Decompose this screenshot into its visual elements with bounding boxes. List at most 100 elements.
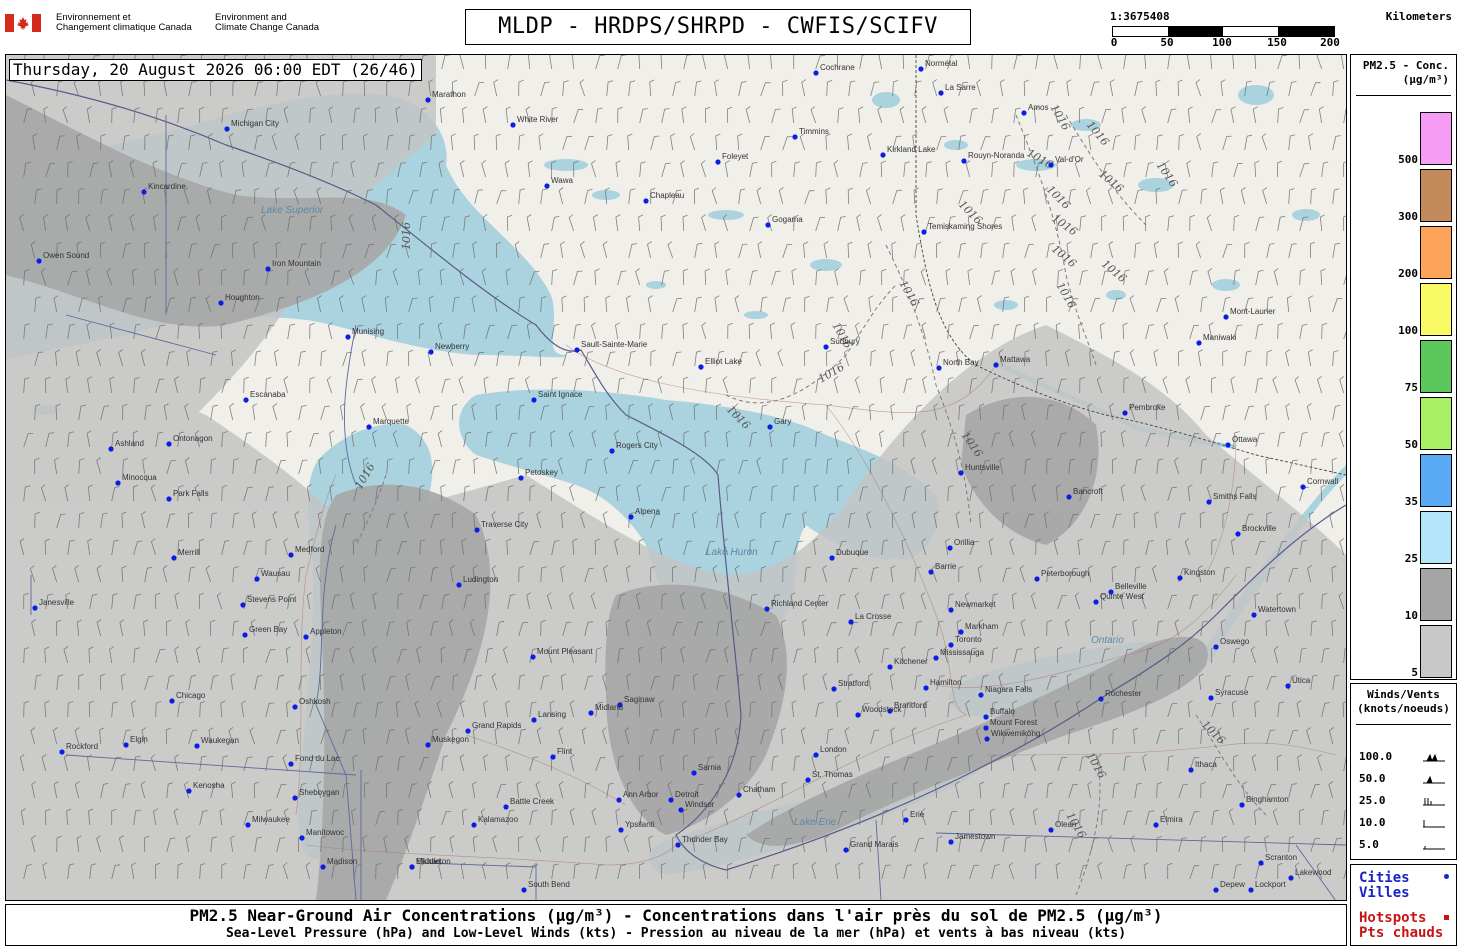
city-marker[interactable] <box>345 334 351 340</box>
city-marker[interactable] <box>218 300 224 306</box>
city-marker[interactable] <box>668 797 674 803</box>
city-marker[interactable] <box>993 362 999 368</box>
city-marker[interactable] <box>715 159 721 165</box>
city-marker[interactable] <box>831 686 837 692</box>
city-marker[interactable] <box>947 545 953 551</box>
city-marker[interactable] <box>958 470 964 476</box>
city-marker[interactable] <box>880 152 886 158</box>
city-marker[interactable] <box>115 480 121 486</box>
city-marker[interactable] <box>36 258 42 264</box>
city-marker[interactable] <box>471 822 477 828</box>
city-marker[interactable] <box>59 749 65 755</box>
city-marker[interactable] <box>983 714 989 720</box>
city-marker[interactable] <box>1153 822 1159 828</box>
city-marker[interactable] <box>456 582 462 588</box>
city-marker[interactable] <box>933 655 939 661</box>
city-marker[interactable] <box>978 692 984 698</box>
city-marker[interactable] <box>1213 644 1219 650</box>
city-marker[interactable] <box>948 839 954 845</box>
city-marker[interactable] <box>805 777 811 783</box>
city-marker[interactable] <box>1248 887 1254 893</box>
city-marker[interactable] <box>303 634 309 640</box>
city-marker[interactable] <box>961 158 967 164</box>
city-marker[interactable] <box>531 397 537 403</box>
city-marker[interactable] <box>186 788 192 794</box>
city-marker[interactable] <box>918 66 924 72</box>
city-marker[interactable] <box>292 704 298 710</box>
city-marker[interactable] <box>618 827 624 833</box>
city-marker[interactable] <box>1213 887 1219 893</box>
city-marker[interactable] <box>1285 683 1291 689</box>
city-marker[interactable] <box>792 134 798 140</box>
city-marker[interactable] <box>245 822 251 828</box>
city-marker[interactable] <box>531 717 537 723</box>
city-marker[interactable] <box>813 752 819 758</box>
city-marker[interactable] <box>936 365 942 371</box>
city-marker[interactable] <box>1225 442 1231 448</box>
city-marker[interactable] <box>1122 410 1128 416</box>
city-marker[interactable] <box>643 198 649 204</box>
city-marker[interactable] <box>1288 875 1294 881</box>
city-marker[interactable] <box>609 448 615 454</box>
city-marker[interactable] <box>544 183 550 189</box>
city-marker[interactable] <box>240 602 246 608</box>
city-marker[interactable] <box>764 606 770 612</box>
city-marker[interactable] <box>767 424 773 430</box>
city-marker[interactable] <box>265 266 271 272</box>
city-marker[interactable] <box>958 629 964 635</box>
city-marker[interactable] <box>503 804 509 810</box>
city-marker[interactable] <box>550 754 556 760</box>
city-marker[interactable] <box>616 797 622 803</box>
city-marker[interactable] <box>1239 802 1245 808</box>
city-marker[interactable] <box>1235 531 1241 537</box>
city-marker[interactable] <box>1300 484 1306 490</box>
city-marker[interactable] <box>288 552 294 558</box>
city-marker[interactable] <box>948 607 954 613</box>
city-marker[interactable] <box>887 664 893 670</box>
city-marker[interactable] <box>169 698 175 704</box>
city-marker[interactable] <box>242 632 248 638</box>
city-marker[interactable] <box>843 847 849 853</box>
city-marker[interactable] <box>903 817 909 823</box>
city-marker[interactable] <box>691 770 697 776</box>
city-marker[interactable] <box>166 496 172 502</box>
map-panel[interactable]: 1016 1016 1016 1016 1016 1016 1016 1016 … <box>5 54 1347 901</box>
city-marker[interactable] <box>1196 340 1202 346</box>
map-canvas[interactable]: 1016 1016 1016 1016 1016 1016 1016 1016 … <box>6 55 1346 900</box>
city-marker[interactable] <box>1206 499 1212 505</box>
city-marker[interactable] <box>848 619 854 625</box>
city-marker[interactable] <box>829 555 835 561</box>
city-marker[interactable] <box>1188 767 1194 773</box>
city-marker[interactable] <box>1251 612 1257 618</box>
city-marker[interactable] <box>108 446 114 452</box>
city-marker[interactable] <box>425 97 431 103</box>
city-marker[interactable] <box>1048 162 1054 168</box>
city-marker[interactable] <box>855 712 861 718</box>
city-marker[interactable] <box>409 864 415 870</box>
city-marker[interactable] <box>1258 860 1264 866</box>
city-marker[interactable] <box>765 222 771 228</box>
city-marker[interactable] <box>948 642 954 648</box>
city-marker[interactable] <box>465 728 471 734</box>
city-marker[interactable] <box>171 555 177 561</box>
city-marker[interactable] <box>736 792 742 798</box>
city-marker[interactable] <box>938 90 944 96</box>
city-marker[interactable] <box>698 364 704 370</box>
city-marker[interactable] <box>166 441 172 447</box>
city-marker[interactable] <box>823 344 829 350</box>
city-marker[interactable] <box>320 864 326 870</box>
city-marker[interactable] <box>288 761 294 767</box>
city-marker[interactable] <box>530 654 536 660</box>
city-marker[interactable] <box>678 807 684 813</box>
city-marker[interactable] <box>428 349 434 355</box>
city-marker[interactable] <box>123 742 129 748</box>
city-marker[interactable] <box>813 70 819 76</box>
city-marker[interactable] <box>1223 314 1229 320</box>
city-marker[interactable] <box>194 743 200 749</box>
city-marker[interactable] <box>628 514 634 520</box>
city-marker[interactable] <box>1177 575 1183 581</box>
city-marker[interactable] <box>1048 827 1054 833</box>
city-marker[interactable] <box>574 347 580 353</box>
city-marker[interactable] <box>1208 695 1214 701</box>
city-marker[interactable] <box>141 189 147 195</box>
